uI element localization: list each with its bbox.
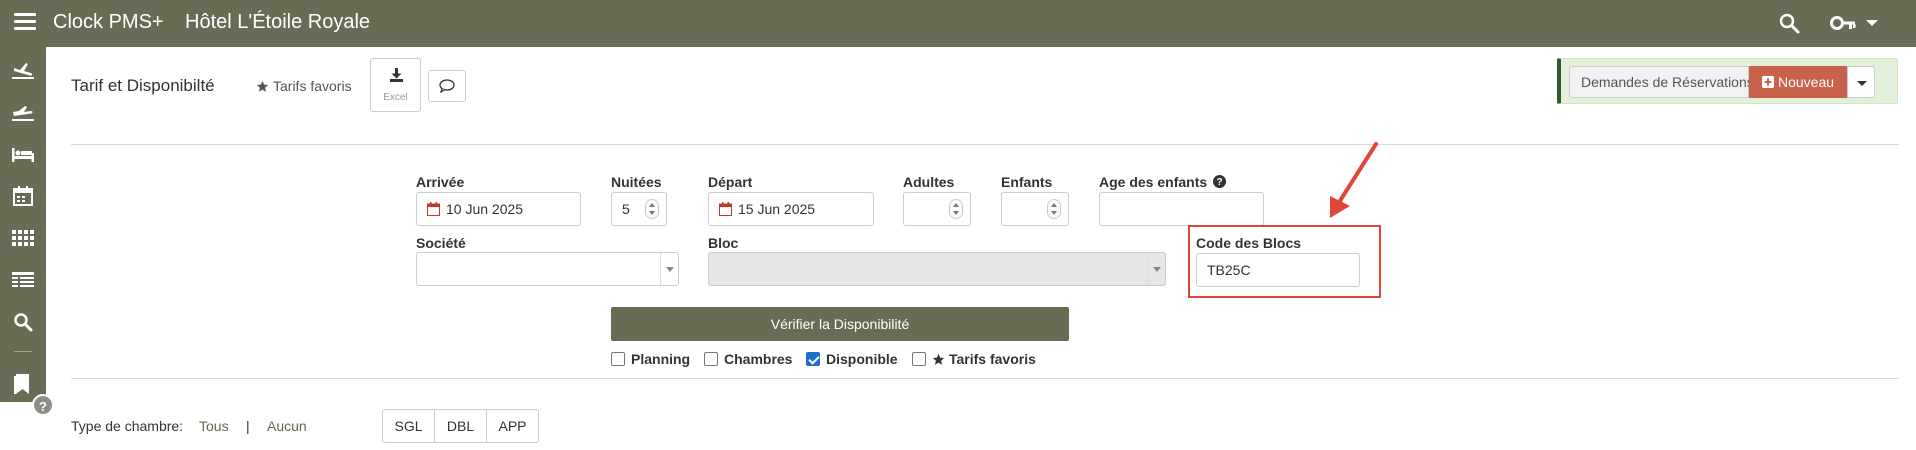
- plus-square-icon: [1761, 75, 1774, 88]
- arrival-label: Arrivée: [416, 174, 465, 190]
- children-ages-label: Age des enfants ?: [1099, 174, 1227, 190]
- arrival-date-value: 10 Jun 2025: [446, 201, 524, 217]
- available-checkbox[interactable]: [806, 352, 820, 366]
- reservation-requests-label: Demandes de Réservations :: [1569, 66, 1762, 98]
- available-option[interactable]: Disponible: [806, 350, 898, 368]
- select-none-room-types-link[interactable]: Aucun: [267, 418, 307, 434]
- departure-date-input[interactable]: 15 Jun 2025: [708, 192, 874, 226]
- departure-date-value: 15 Jun 2025: [738, 201, 816, 217]
- company-label: Société: [416, 235, 466, 251]
- divider-top: [71, 144, 1899, 145]
- divider-bottom: [71, 378, 1899, 379]
- nights-label: Nuitées: [611, 174, 662, 190]
- block-select: [708, 252, 1166, 286]
- comment-icon: [439, 79, 455, 93]
- favorite-rates-checkbox[interactable]: [912, 352, 926, 366]
- room-type-separator: |: [246, 418, 250, 434]
- children-input[interactable]: [1001, 192, 1069, 226]
- nights-input[interactable]: 5: [611, 192, 667, 226]
- calendar-icon: [427, 201, 440, 216]
- reservation-requests-panel: Demandes de Réservations : Nouveau: [1557, 58, 1898, 104]
- select-all-room-types-link[interactable]: Tous: [199, 418, 229, 434]
- new-request-label: Nouveau: [1777, 74, 1835, 90]
- arrival-date-input[interactable]: 10 Jun 2025: [416, 192, 581, 226]
- favorite-rates-label: Tarifs favoris: [949, 351, 1036, 367]
- comment-button[interactable]: [428, 70, 466, 102]
- app-title: Clock PMS+: [53, 11, 164, 33]
- sidebar-divider: [14, 351, 32, 352]
- company-select[interactable]: [416, 252, 679, 286]
- excel-export-button[interactable]: Excel: [370, 58, 421, 112]
- question-circle-icon[interactable]: ?: [1213, 175, 1227, 189]
- menu-icon[interactable]: [14, 13, 36, 33]
- help-icon[interactable]: ?: [32, 394, 54, 416]
- search-icon[interactable]: [10, 311, 36, 333]
- top-bar: Clock PMS+ Hôtel L'Étoile Royale: [0, 0, 1916, 47]
- hotel-name: Hôtel L'Étoile Royale: [185, 11, 371, 33]
- room-type-label: Type de chambre:: [71, 418, 184, 434]
- favorites-label: Tarifs favoris: [273, 78, 352, 94]
- bookmark-icon[interactable]: [10, 373, 36, 395]
- highlight-box: [1188, 225, 1381, 298]
- favorite-rates-option[interactable]: Tarifs favoris: [912, 350, 1036, 368]
- rooms-option[interactable]: Chambres: [704, 350, 792, 368]
- arrivals-icon[interactable]: [10, 59, 36, 81]
- star-icon: [932, 353, 945, 365]
- calendar-icon[interactable]: [10, 185, 36, 207]
- search-icon[interactable]: [1778, 12, 1800, 34]
- room-type-sgl-button[interactable]: SGL: [382, 409, 435, 443]
- grid-icon[interactable]: [10, 227, 36, 249]
- adults-stepper[interactable]: [949, 199, 963, 219]
- key-icon[interactable]: [1830, 14, 1856, 32]
- table-icon[interactable]: [10, 269, 36, 291]
- available-label: Disponible: [826, 351, 898, 367]
- adults-label: Adultes: [903, 174, 955, 190]
- chevron-down-icon: [660, 253, 678, 285]
- planning-option[interactable]: Planning: [611, 350, 690, 368]
- room-type-dbl-button[interactable]: DBL: [434, 409, 487, 443]
- page-title: Tarif et Disponibilté: [71, 76, 215, 95]
- star-icon: [256, 80, 269, 92]
- pointer-arrow-icon: [1330, 142, 1378, 218]
- new-request-button[interactable]: Nouveau: [1749, 66, 1847, 98]
- children-ages-text: Age des enfants: [1099, 174, 1208, 190]
- children-stepper[interactable]: [1047, 199, 1061, 219]
- departure-label: Départ: [708, 174, 753, 190]
- excel-label: Excel: [383, 92, 408, 103]
- calendar-icon: [719, 201, 732, 216]
- rooms-checkbox[interactable]: [704, 352, 718, 366]
- rooms-label: Chambres: [724, 351, 793, 367]
- planning-label: Planning: [631, 351, 691, 367]
- caret-down-icon[interactable]: [1866, 20, 1878, 26]
- children-ages-input[interactable]: [1099, 192, 1264, 226]
- nights-value: 5: [622, 201, 630, 217]
- departures-icon[interactable]: [10, 101, 36, 123]
- block-label: Bloc: [708, 235, 739, 251]
- chevron-down-icon: [1147, 253, 1165, 285]
- new-request-dropdown-toggle[interactable]: [1847, 66, 1875, 98]
- svg-text:?: ?: [1216, 177, 1222, 188]
- download-icon: [390, 68, 403, 82]
- adults-input[interactable]: [903, 192, 971, 226]
- planning-checkbox[interactable]: [611, 352, 625, 366]
- check-availability-button[interactable]: Vérifier la Disponibilité: [611, 307, 1069, 341]
- nights-stepper[interactable]: [645, 199, 659, 219]
- favorites-link[interactable]: Tarifs favoris: [256, 78, 352, 94]
- bed-icon[interactable]: [10, 143, 36, 165]
- sidebar: [0, 47, 46, 402]
- room-type-app-button[interactable]: APP: [486, 409, 539, 443]
- children-label: Enfants: [1001, 174, 1053, 190]
